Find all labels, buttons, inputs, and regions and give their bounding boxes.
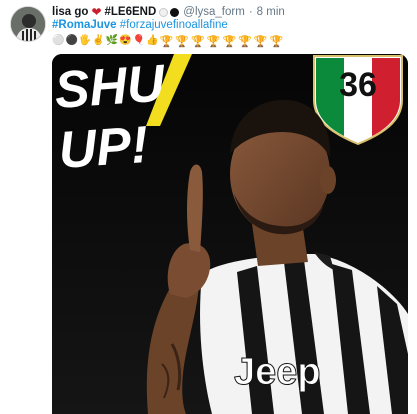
up-text: UP! bbox=[57, 116, 150, 180]
trophy-icon: 🏆 bbox=[253, 35, 268, 48]
white-circle-icon bbox=[159, 7, 169, 17]
separator-dot: · bbox=[248, 6, 253, 18]
display-name[interactable]: lisa go bbox=[52, 6, 88, 18]
trophy-icon: 🏆 bbox=[222, 35, 237, 48]
black-circle-icon bbox=[170, 7, 180, 17]
sponsor-text: Jeep bbox=[234, 351, 321, 393]
trophy-icon: 🏆 bbox=[206, 35, 221, 48]
victory-hand-emoji: ✌ bbox=[92, 35, 105, 46]
balloon-emoji: 🎈 bbox=[132, 35, 146, 46]
hashtag-forzajuve[interactable]: #forzajuvefinoallafine bbox=[120, 19, 228, 31]
tweet-header: lisa go ❤ #LE6END @lysa_form · 8 min bbox=[52, 4, 285, 20]
tweet-media-photo[interactable]: SHU UP! 36 Jeep bbox=[52, 54, 408, 414]
tweet-text-line-2: ⚪ ⚫ 🖐 ✌ 🌿 😍 🎈 👍 🏆 🏆 🏆 🏆 🏆 🏆 🏆 🏆 bbox=[52, 34, 285, 48]
white-circle-emoji: ⚪ bbox=[52, 35, 65, 46]
leaf-emoji: 🌿 bbox=[105, 35, 119, 46]
heart-eyes-emoji: 😍 bbox=[119, 35, 132, 46]
trophy-icon: 🏆 bbox=[191, 35, 205, 48]
thumbs-up-emoji: 👍 bbox=[146, 35, 159, 46]
tweet-text-line-1: #RomaJuve #forzajuvefinoallafine bbox=[52, 19, 228, 33]
timestamp[interactable]: 8 min bbox=[257, 6, 285, 18]
tweet[interactable]: lisa go ❤ #LE6END @lysa_form · 8 min #Ro… bbox=[0, 0, 417, 414]
trophy-row: 🏆 🏆 🏆 🏆 🏆 🏆 🏆 🏆 bbox=[160, 35, 286, 48]
badge-number: 36 bbox=[339, 66, 377, 104]
hashtag-romajuve[interactable]: #RomaJuve bbox=[52, 19, 117, 31]
legend-tag: #LE6END bbox=[104, 6, 157, 18]
shut-text: SHU bbox=[53, 54, 168, 120]
trophy-icon: 🏆 bbox=[159, 35, 174, 48]
trophy-icon: 🏆 bbox=[238, 35, 252, 48]
trophy-icon: 🏆 bbox=[269, 35, 284, 48]
heart-icon: ❤ bbox=[91, 5, 102, 19]
hand-emoji: 🖐 bbox=[78, 35, 92, 46]
trophy-icon: 🏆 bbox=[175, 35, 190, 48]
black-circle-emoji: ⚫ bbox=[65, 35, 78, 46]
user-handle[interactable]: @lysa_form bbox=[183, 6, 245, 18]
avatar[interactable] bbox=[10, 6, 46, 42]
